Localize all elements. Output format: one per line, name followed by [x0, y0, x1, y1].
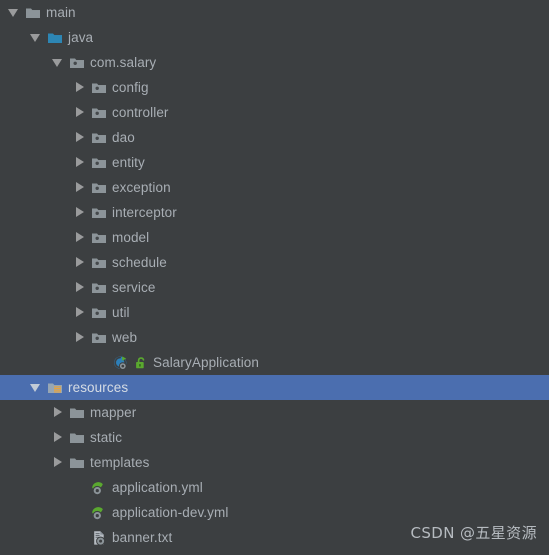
spring-boot-run-icon — [113, 355, 129, 371]
chevron-right-icon[interactable] — [74, 257, 85, 268]
chevron-right-icon[interactable] — [52, 432, 63, 443]
tree-row-application-yml[interactable]: application.yml — [0, 475, 549, 500]
chevron-right-icon[interactable] — [74, 332, 85, 343]
tree-row-schedule[interactable]: schedule — [0, 250, 549, 275]
tree-row-util[interactable]: util — [0, 300, 549, 325]
package-gray-icon — [69, 55, 85, 71]
tree-row-salaryapplication[interactable]: SalaryApplication — [0, 350, 549, 375]
chevron-right-icon[interactable] — [74, 182, 85, 193]
chevron-right-icon[interactable] — [52, 457, 63, 468]
tree-row-config[interactable]: config — [0, 75, 549, 100]
chevron-down-icon[interactable] — [30, 32, 41, 43]
tree-row-banner-txt[interactable]: banner.txt — [0, 525, 549, 550]
tree-row-service[interactable]: service — [0, 275, 549, 300]
tree-row-web[interactable]: web — [0, 325, 549, 350]
package-gray-icon — [91, 280, 107, 296]
package-gray-icon — [91, 155, 107, 171]
package-gray-icon — [91, 205, 107, 221]
tree-row-entity[interactable]: entity — [0, 150, 549, 175]
tree-row-label: SalaryApplication — [153, 354, 260, 370]
chevron-right-icon[interactable] — [74, 307, 85, 318]
tree-row-interceptor[interactable]: interceptor — [0, 200, 549, 225]
tree-row-label: model — [112, 229, 150, 245]
package-gray-icon — [91, 180, 107, 196]
tree-row-main[interactable]: main — [0, 0, 549, 25]
tree-row-label: resources — [68, 379, 129, 395]
chevron-right-icon[interactable] — [74, 82, 85, 93]
package-gray-icon — [91, 230, 107, 246]
folder-gray-icon — [69, 430, 85, 446]
tree-row-label: service — [112, 279, 156, 295]
spring-yaml-icon — [91, 480, 107, 496]
tree-row-label: application.yml — [112, 479, 203, 495]
tree-row-label: templates — [90, 454, 150, 470]
tree-row-label: util — [112, 304, 130, 320]
package-gray-icon — [91, 305, 107, 321]
tree-row-label: entity — [112, 154, 145, 170]
tree-row-label: interceptor — [112, 204, 177, 220]
tree-row-dao[interactable]: dao — [0, 125, 549, 150]
folder-gray-icon — [69, 405, 85, 421]
tree-row-application-dev-yml[interactable]: application-dev.yml — [0, 500, 549, 525]
tree-row-label: schedule — [112, 254, 167, 270]
tree-row-exception[interactable]: exception — [0, 175, 549, 200]
tree-row-label: config — [112, 79, 149, 95]
package-gray-icon — [91, 130, 107, 146]
chevron-right-icon[interactable] — [74, 282, 85, 293]
tree-row-static[interactable]: static — [0, 425, 549, 450]
tree-row-resources[interactable]: resources — [0, 375, 549, 400]
chevron-down-icon[interactable] — [52, 57, 63, 68]
tree-row-label: main — [46, 4, 76, 20]
package-gray-icon — [91, 80, 107, 96]
tree-row-label: com.salary — [90, 54, 157, 70]
tree-row-templates[interactable]: templates — [0, 450, 549, 475]
tree-row-mapper[interactable]: mapper — [0, 400, 549, 425]
spring-yaml-icon — [91, 505, 107, 521]
tree-row-model[interactable]: model — [0, 225, 549, 250]
chevron-right-icon[interactable] — [74, 207, 85, 218]
unlocked-green-icon — [134, 356, 148, 370]
text-file-config-icon — [91, 530, 107, 546]
tree-row-java[interactable]: java — [0, 25, 549, 50]
package-gray-icon — [91, 255, 107, 271]
tree-row-label: java — [68, 29, 94, 45]
package-gray-icon — [91, 105, 107, 121]
folder-gray-icon — [69, 455, 85, 471]
tree-row-label: web — [112, 329, 138, 345]
tree-row-label: static — [90, 429, 123, 445]
tree-row-label: banner.txt — [112, 529, 173, 545]
package-gray-icon — [91, 330, 107, 346]
chevron-right-icon[interactable] — [74, 132, 85, 143]
chevron-right-icon[interactable] — [52, 407, 63, 418]
tree-row-label: mapper — [90, 404, 137, 420]
tree-row-controller[interactable]: controller — [0, 100, 549, 125]
chevron-down-icon[interactable] — [30, 382, 41, 393]
folder-gray-icon — [25, 5, 41, 21]
folder-blue-icon — [47, 30, 63, 46]
tree-row-com-salary[interactable]: com.salary — [0, 50, 549, 75]
tree-row-label: application-dev.yml — [112, 504, 229, 520]
chevron-right-icon[interactable] — [74, 107, 85, 118]
tree-row-label: dao — [112, 129, 135, 145]
tree-row-label: controller — [112, 104, 169, 120]
folder-resources-icon — [47, 380, 63, 396]
chevron-down-icon[interactable] — [8, 7, 19, 18]
tree-row-label: exception — [112, 179, 171, 195]
project-tree-panel[interactable]: main java com.salary config controller dao ent… — [0, 0, 549, 555]
chevron-right-icon[interactable] — [74, 232, 85, 243]
chevron-right-icon[interactable] — [74, 157, 85, 168]
